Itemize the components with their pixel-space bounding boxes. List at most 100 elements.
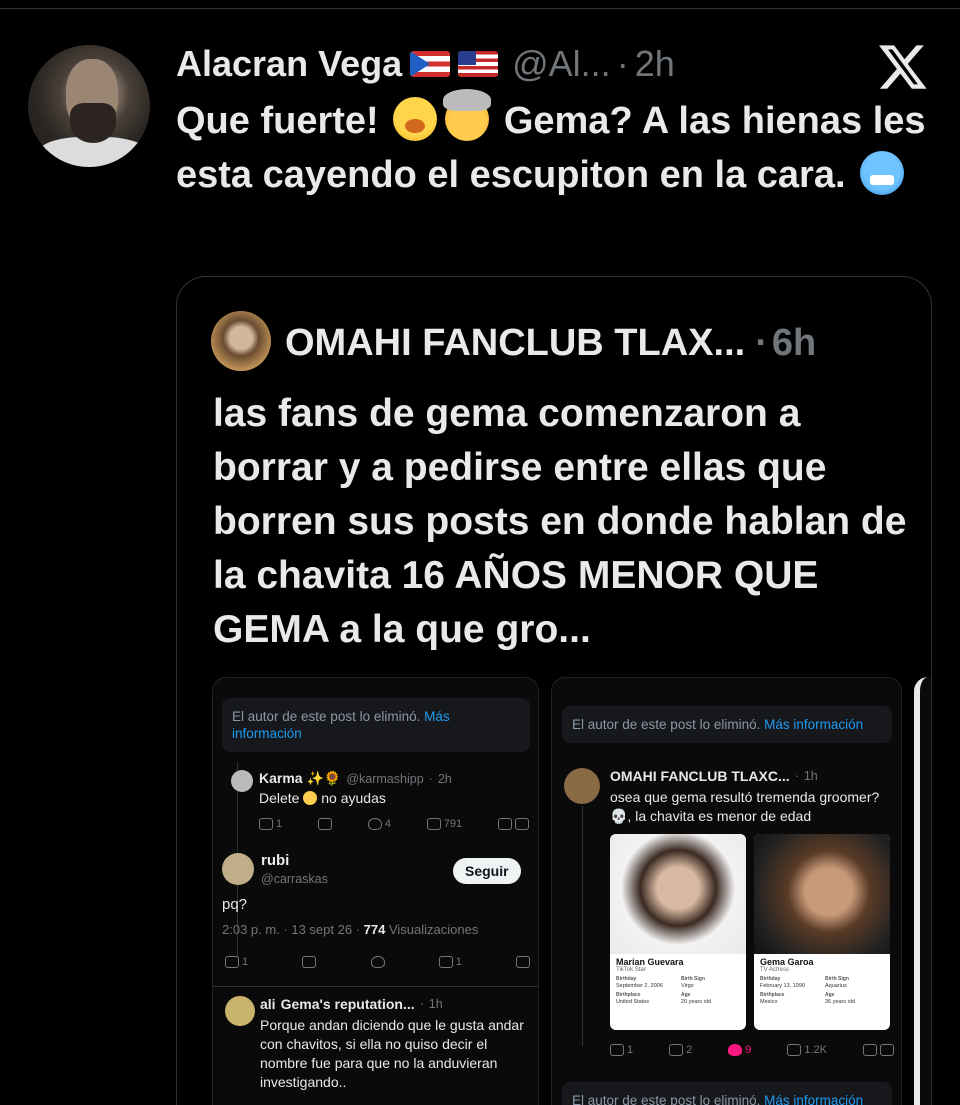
karma-header: Karma ✨🌻 @karmashipp · 2h bbox=[259, 770, 452, 787]
yawning-face-icon bbox=[393, 97, 438, 141]
media-image-1[interactable]: El autor de este post lo eliminó. Más in… bbox=[212, 677, 539, 1105]
card1-birthday-label: Birthday bbox=[616, 976, 637, 982]
ali-name: ali bbox=[260, 996, 276, 1012]
rubi-meta-views-label: Visualizaciones bbox=[388, 922, 479, 937]
retweet-icon bbox=[317, 818, 332, 830]
divider bbox=[213, 986, 538, 987]
deleted-notice-2: El autor de este post lo eliminó. Más in… bbox=[562, 1082, 892, 1105]
omahi-views: 1.2K bbox=[787, 1044, 827, 1056]
card-photo-2 bbox=[754, 834, 890, 954]
more-info-link-2[interactable]: Más información bbox=[764, 1093, 863, 1105]
omahi-retweet-count: 2 bbox=[686, 1044, 693, 1056]
retweet-icon bbox=[669, 1044, 684, 1056]
karma-reply-count: 1 bbox=[276, 818, 283, 830]
card-photo-1 bbox=[610, 834, 746, 954]
follow-button[interactable]: Seguir bbox=[453, 858, 521, 884]
omahi-retweet-button[interactable]: 2 bbox=[669, 1044, 692, 1056]
omahi-share-button[interactable] bbox=[862, 1044, 894, 1056]
ali-header: ali Gema's reputation... · 1h bbox=[260, 996, 443, 1012]
karma-handle: @karmashipp bbox=[346, 771, 424, 786]
heart-filled-icon bbox=[728, 1044, 743, 1056]
profile-card-1: Marian Guevara TikTok Star Birthday Septe… bbox=[610, 834, 746, 1030]
rubi-text: pq? bbox=[222, 896, 248, 913]
card2-age-label: Age bbox=[825, 992, 835, 998]
card1-birthday: September 2, 2006 bbox=[616, 983, 663, 989]
card2-birthday: February 13, 1990 bbox=[760, 983, 805, 989]
author-handle[interactable]: @Al... bbox=[512, 43, 611, 85]
retweet-icon bbox=[302, 956, 317, 968]
card1-sign: Virgo bbox=[681, 983, 694, 989]
karma-actions: 1 4 791 bbox=[259, 818, 529, 830]
media-image-3-partial[interactable] bbox=[914, 677, 931, 1105]
author-name[interactable]: Alacran Vega bbox=[176, 43, 402, 85]
omahi-name: OMAHI FANCLUB TLAXC... bbox=[610, 768, 790, 784]
karma-like-count: 4 bbox=[384, 818, 391, 830]
quoted-author-name[interactable]: OMAHI FANCLUB TLAX... bbox=[285, 322, 745, 365]
heart-icon bbox=[367, 818, 382, 830]
quoted-author-avatar[interactable] bbox=[211, 311, 271, 371]
bookmark-icon bbox=[862, 1044, 877, 1056]
omahi-avatar bbox=[564, 768, 600, 804]
karma-avatar bbox=[231, 770, 253, 792]
quoted-tweet[interactable]: OMAHI FANCLUB TLAX... · 6h las fans de g… bbox=[176, 276, 932, 1105]
karma-share-button[interactable] bbox=[497, 818, 529, 830]
karma-like-button[interactable]: 4 bbox=[367, 818, 391, 830]
rubi-meta-time: 2:03 p. m. · 13 sept 26 · bbox=[222, 922, 361, 937]
card2-place: Mexico bbox=[760, 999, 778, 1005]
card1-meta: Birthday September 2, 2006 Birth Sign Virg… bbox=[610, 973, 746, 1009]
author-avatar[interactable] bbox=[28, 45, 150, 167]
rubi-bookmark-button[interactable]: 1 bbox=[438, 956, 462, 968]
views-icon bbox=[426, 818, 441, 830]
card2-age: 36 years old bbox=[825, 999, 855, 1005]
ali-avatar bbox=[225, 996, 255, 1026]
karma-text-2: no ayudas bbox=[321, 790, 386, 806]
puerto-rico-flag-icon bbox=[410, 51, 451, 77]
tweet-header: Alacran Vega @Al... · 2h bbox=[176, 40, 675, 88]
card2-name: Gema Garoa bbox=[760, 957, 814, 967]
card1-name: Marian Guevara bbox=[616, 957, 684, 967]
omahi-reply-button[interactable]: 1 bbox=[610, 1044, 633, 1056]
x-logo-icon[interactable] bbox=[876, 40, 930, 92]
rubi-handle: @carraskas bbox=[261, 872, 328, 886]
karma-time: 2h bbox=[437, 771, 452, 786]
share-icon bbox=[516, 956, 530, 968]
deleted-text: El autor de este post lo eliminó. bbox=[572, 717, 761, 732]
deleted-text: El autor de este post lo eliminó. bbox=[232, 709, 421, 724]
karma-text-1: Delete bbox=[259, 790, 300, 806]
tweet-time[interactable]: 2h bbox=[635, 43, 675, 85]
ali-time: 1h bbox=[428, 997, 443, 1011]
rubi-avatar bbox=[222, 853, 254, 885]
card2-place-label: Birthplace bbox=[760, 992, 785, 998]
ali-sep: · bbox=[419, 997, 424, 1011]
deleted-notice: El autor de este post lo eliminó. Más in… bbox=[222, 698, 530, 752]
karma-reply-button[interactable]: 1 bbox=[259, 818, 282, 830]
reply-icon bbox=[225, 956, 239, 968]
card1-age-label: Age bbox=[681, 992, 691, 998]
grimace-emoji-icon bbox=[303, 791, 318, 805]
omahi-like-button[interactable]: 9 bbox=[728, 1044, 751, 1056]
media-image-2[interactable]: El autor de este post lo eliminó. Más in… bbox=[551, 677, 902, 1105]
rubi-reply-button[interactable]: 1 bbox=[225, 956, 248, 968]
cold-face-icon bbox=[860, 151, 905, 195]
thread-line bbox=[582, 806, 583, 1046]
heart-icon bbox=[370, 956, 385, 968]
tweet-text: Que fuerte! Gema? A las hienas les esta … bbox=[176, 89, 936, 202]
quoted-separator: · bbox=[755, 321, 768, 364]
karma-retweet-button[interactable] bbox=[317, 818, 332, 830]
ali-subtitle: Gema's reputation... bbox=[280, 996, 415, 1012]
exploding-head-icon bbox=[443, 89, 492, 141]
usa-flag-icon bbox=[458, 51, 499, 77]
ali-text: Porque andan diciendo que le gusta andar… bbox=[260, 1017, 524, 1090]
views-icon bbox=[787, 1044, 802, 1056]
card2-sign: Aquarius bbox=[825, 983, 847, 989]
rubi-meta-views: 774 bbox=[363, 922, 386, 937]
rubi-share-button[interactable] bbox=[516, 956, 530, 968]
deleted-notice: El autor de este post lo eliminó. Más in… bbox=[562, 706, 892, 743]
rubi-actions: 1 1 bbox=[225, 956, 530, 968]
rubi-retweet-button[interactable] bbox=[302, 956, 317, 968]
rubi-like-button[interactable] bbox=[370, 956, 385, 968]
quoted-time[interactable]: 6h bbox=[772, 322, 816, 365]
more-info-link[interactable]: Más información bbox=[764, 717, 863, 732]
karma-views: 791 bbox=[426, 818, 462, 830]
card1-place: United States bbox=[616, 999, 650, 1005]
